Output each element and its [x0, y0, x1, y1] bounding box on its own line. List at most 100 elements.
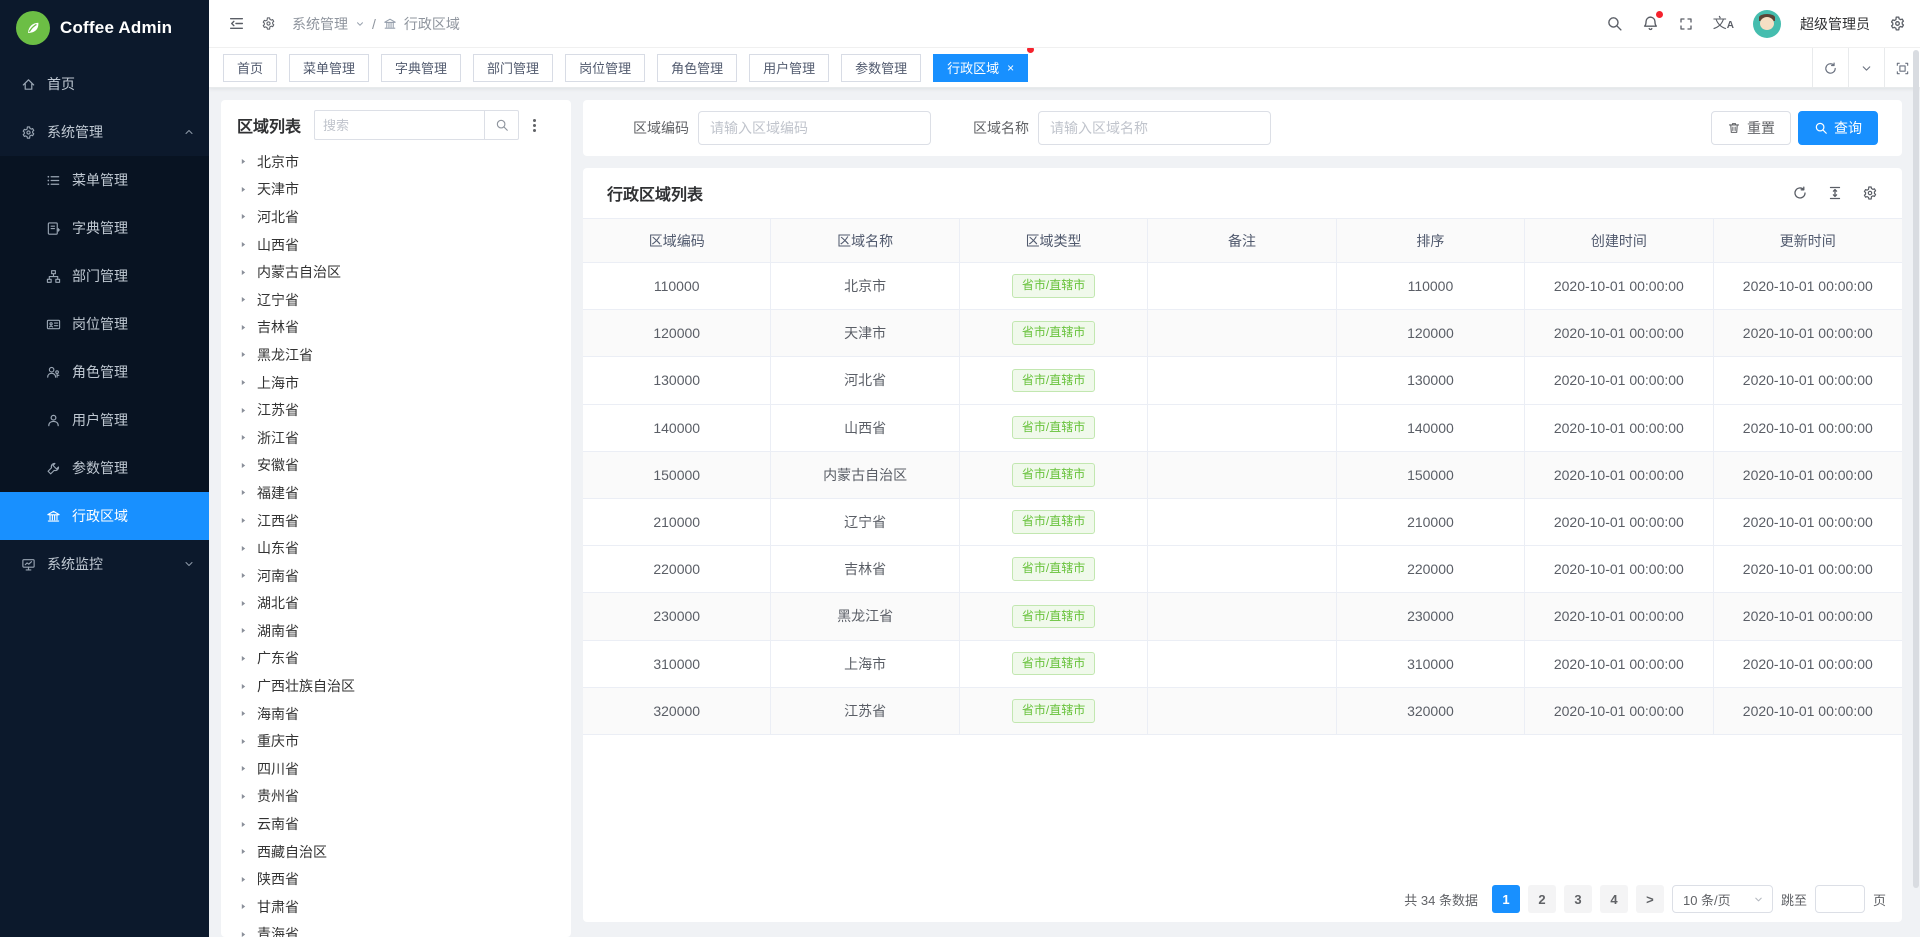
tree-item[interactable]: 广西壮族自治区: [239, 672, 571, 700]
caret-right-icon[interactable]: [239, 571, 248, 580]
search-icon[interactable]: [485, 110, 519, 140]
region-name-input[interactable]: [1038, 111, 1271, 145]
tree-item[interactable]: 陕西省: [239, 865, 571, 893]
tree-item[interactable]: 贵州省: [239, 783, 571, 811]
caret-right-icon[interactable]: [239, 682, 248, 691]
table-row[interactable]: 120000 天津市 省市/直辖市 120000 2020-10-01 00:0…: [583, 310, 1902, 357]
page-button[interactable]: 2: [1528, 885, 1556, 913]
table-row[interactable]: 210000 辽宁省 省市/直辖市 210000 2020-10-01 00:0…: [583, 499, 1902, 546]
tab[interactable]: 菜单管理 ×: [289, 54, 369, 82]
refresh-icon[interactable]: [1812, 48, 1848, 88]
tree-item[interactable]: 江苏省: [239, 396, 571, 424]
tree-item[interactable]: 山东省: [239, 534, 571, 562]
sidebar-item-post-mgmt[interactable]: 岗位管理: [0, 300, 209, 348]
close-icon[interactable]: ×: [1007, 62, 1014, 74]
caret-right-icon[interactable]: [239, 875, 248, 884]
sidebar-item-home[interactable]: 首页: [0, 60, 209, 108]
table-row[interactable]: 130000 河北省 省市/直辖市 130000 2020-10-01 00:0…: [583, 357, 1902, 404]
page-scrollbar[interactable]: [1912, 0, 1920, 937]
tree-item[interactable]: 辽宁省: [239, 286, 571, 314]
avatar[interactable]: [1753, 10, 1781, 38]
caret-right-icon[interactable]: [239, 709, 248, 718]
sidebar-item-param-mgmt[interactable]: 参数管理: [0, 444, 209, 492]
tab[interactable]: 字典管理 ×: [381, 54, 461, 82]
menu-fold-icon[interactable]: [228, 15, 245, 32]
page-button[interactable]: 4: [1600, 885, 1628, 913]
translate-icon[interactable]: 文A: [1713, 16, 1734, 31]
caret-right-icon[interactable]: [239, 820, 248, 829]
tree-item[interactable]: 福建省: [239, 479, 571, 507]
tree-item[interactable]: 青海省: [239, 921, 571, 937]
page-size-select[interactable]: 10 条/页: [1672, 885, 1773, 913]
tree-item[interactable]: 江西省: [239, 507, 571, 535]
caret-right-icon[interactable]: [239, 406, 248, 415]
sidebar-item-role-mgmt[interactable]: 角色管理: [0, 348, 209, 396]
density-icon[interactable]: [1827, 185, 1843, 201]
caret-right-icon[interactable]: [239, 599, 248, 608]
settings-gear-icon[interactable]: [1889, 15, 1906, 32]
tab[interactable]: 参数管理 ×: [841, 54, 921, 82]
caret-right-icon[interactable]: [239, 737, 248, 746]
fullscreen-icon[interactable]: [1678, 16, 1694, 32]
tab[interactable]: 用户管理 ×: [749, 54, 829, 82]
tree-item[interactable]: 湖南省: [239, 617, 571, 645]
tree-item[interactable]: 安徽省: [239, 452, 571, 480]
table-row[interactable]: 230000 黑龙江省 省市/直辖市 230000 2020-10-01 00:…: [583, 593, 1902, 640]
chevron-down-icon[interactable]: [1848, 48, 1884, 88]
caret-right-icon[interactable]: [239, 433, 248, 442]
sidebar-item-admin-region[interactable]: 行政区域: [0, 492, 209, 540]
tree-item[interactable]: 重庆市: [239, 727, 571, 755]
caret-right-icon[interactable]: [239, 764, 248, 773]
tree-item[interactable]: 北京市: [239, 148, 571, 176]
sidebar-group-system[interactable]: 系统管理: [0, 108, 209, 156]
table-row[interactable]: 320000 江苏省 省市/直辖市 320000 2020-10-01 00:0…: [583, 688, 1902, 735]
tree-item[interactable]: 山西省: [239, 231, 571, 259]
tab[interactable]: 部门管理 ×: [473, 54, 553, 82]
caret-right-icon[interactable]: [239, 792, 248, 801]
table-row[interactable]: 310000 上海市 省市/直辖市 310000 2020-10-01 00:0…: [583, 641, 1902, 688]
caret-right-icon[interactable]: [239, 461, 248, 470]
username[interactable]: 超级管理员: [1800, 14, 1870, 34]
search-icon[interactable]: [1606, 15, 1623, 32]
table-row[interactable]: 140000 山西省 省市/直辖市 140000 2020-10-01 00:0…: [583, 405, 1902, 452]
page-button[interactable]: >: [1636, 885, 1664, 913]
reset-button[interactable]: 重置: [1711, 111, 1791, 145]
caret-right-icon[interactable]: [239, 930, 248, 937]
caret-right-icon[interactable]: [239, 157, 248, 166]
sidebar-item-menu-mgmt[interactable]: 菜单管理: [0, 156, 209, 204]
sidebar-item-department-mgmt[interactable]: 部门管理: [0, 252, 209, 300]
scrollbar-thumb[interactable]: [1913, 50, 1919, 888]
tree-item[interactable]: 天津市: [239, 176, 571, 204]
tab[interactable]: 行政区域 ×: [933, 54, 1028, 82]
table-row[interactable]: 110000 北京市 省市/直辖市 110000 2020-10-01 00:0…: [583, 263, 1902, 310]
region-code-input[interactable]: [698, 111, 931, 145]
tree-item[interactable]: 四川省: [239, 755, 571, 783]
caret-right-icon[interactable]: [239, 544, 248, 553]
page-button[interactable]: 3: [1564, 885, 1592, 913]
sidebar-group-monitor[interactable]: 系统监控: [0, 540, 209, 588]
tree-item[interactable]: 甘肃省: [239, 893, 571, 921]
tree-search-input[interactable]: [314, 110, 485, 140]
more-options-icon[interactable]: [529, 117, 540, 134]
breadcrumb-section[interactable]: 系统管理: [292, 14, 348, 34]
tree-item[interactable]: 海南省: [239, 700, 571, 728]
tree-item[interactable]: 内蒙古自治区: [239, 258, 571, 286]
bell-icon[interactable]: [1642, 15, 1659, 32]
caret-right-icon[interactable]: [239, 295, 248, 304]
caret-right-icon[interactable]: [239, 323, 248, 332]
tab[interactable]: 角色管理 ×: [657, 54, 737, 82]
caret-right-icon[interactable]: [239, 654, 248, 663]
caret-right-icon[interactable]: [239, 240, 248, 249]
sidebar-item-user-mgmt[interactable]: 用户管理: [0, 396, 209, 444]
caret-right-icon[interactable]: [239, 847, 248, 856]
search-button[interactable]: 查询: [1798, 111, 1878, 145]
tree-item[interactable]: 云南省: [239, 810, 571, 838]
page-button[interactable]: 1: [1492, 885, 1520, 913]
caret-right-icon[interactable]: [239, 350, 248, 359]
caret-right-icon[interactable]: [239, 268, 248, 277]
tree-item[interactable]: 河北省: [239, 203, 571, 231]
caret-right-icon[interactable]: [239, 488, 248, 497]
tab[interactable]: 岗位管理 ×: [565, 54, 645, 82]
jump-page-input[interactable]: [1815, 885, 1865, 913]
caret-right-icon[interactable]: [239, 902, 248, 911]
